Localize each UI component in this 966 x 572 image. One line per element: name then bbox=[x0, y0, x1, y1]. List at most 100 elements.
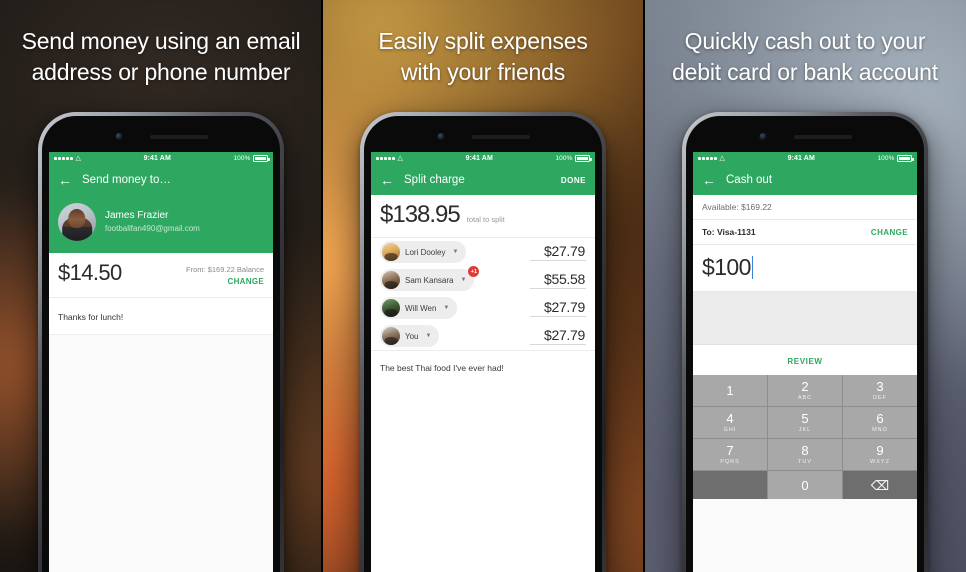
screenshot-stage: Send money using an email address or pho… bbox=[0, 0, 966, 572]
status-bar: △ 9:41 AM 100% bbox=[49, 152, 273, 165]
key-3[interactable]: 3 DEF bbox=[843, 375, 917, 406]
destination-row[interactable]: To: Visa-1131 CHANGE bbox=[693, 220, 917, 245]
key-6[interactable]: 6 MNO bbox=[843, 407, 917, 438]
chevron-down-icon[interactable]: ▼ bbox=[443, 305, 449, 311]
headline-line: debit card or bank account bbox=[672, 59, 938, 85]
key-7[interactable]: 7 PQRS bbox=[693, 439, 767, 470]
avatar bbox=[58, 203, 96, 241]
spacer bbox=[49, 335, 273, 572]
participant-chip[interactable]: Will Wen ▼ bbox=[380, 297, 458, 319]
wifi-icon: △ bbox=[75, 155, 82, 162]
key-number: 4 bbox=[726, 411, 734, 426]
panel-divider bbox=[643, 0, 645, 572]
key-number: 6 bbox=[876, 411, 884, 426]
change-source-button[interactable]: CHANGE bbox=[186, 275, 264, 288]
note-text: Thanks for lunch! bbox=[58, 312, 124, 322]
arrow-left-icon[interactable]: ← bbox=[702, 173, 716, 187]
backspace-icon: ⌫ bbox=[870, 477, 890, 493]
key-number: 9 bbox=[876, 443, 884, 458]
review-button[interactable]: REVIEW bbox=[693, 344, 917, 375]
key-8[interactable]: 8 TUV bbox=[768, 439, 842, 470]
chevron-down-icon[interactable]: ▼ bbox=[426, 333, 432, 339]
app-bar-2: ← Split charge DONE bbox=[371, 165, 595, 195]
arrow-left-icon[interactable]: ← bbox=[58, 173, 72, 187]
speaker-grill bbox=[794, 135, 852, 139]
total-amount[interactable]: $138.95 bbox=[380, 201, 461, 229]
destination-label: To: Visa-1131 bbox=[702, 227, 756, 237]
battery-percent: 100% bbox=[233, 155, 251, 162]
page-title: Send money to… bbox=[82, 174, 171, 186]
battery-percent: 100% bbox=[877, 155, 895, 162]
battery-icon bbox=[897, 155, 914, 162]
key-letters: TUV bbox=[798, 459, 812, 465]
chevron-down-icon[interactable]: ▼ bbox=[452, 249, 458, 255]
signal-strength-icon bbox=[54, 157, 73, 160]
speaker-grill bbox=[150, 135, 208, 139]
participant-name: Will Wen bbox=[405, 303, 437, 313]
available-balance-row: Available: $169.22 bbox=[693, 195, 917, 220]
key-1[interactable]: 1 bbox=[693, 375, 767, 406]
key-5[interactable]: 5 JKL bbox=[768, 407, 842, 438]
camera-icon bbox=[437, 133, 445, 140]
participant-amount[interactable]: $27.79 bbox=[530, 243, 586, 261]
wifi-icon: △ bbox=[397, 155, 404, 162]
change-destination-button[interactable]: CHANGE bbox=[871, 228, 908, 237]
participant-amount[interactable]: $27.79 bbox=[530, 299, 586, 317]
key-9[interactable]: 9 WXYZ bbox=[843, 439, 917, 470]
extra-count-badge: +1 bbox=[468, 266, 480, 277]
participant-name: You bbox=[405, 331, 419, 341]
status-time: 9:41 AM bbox=[465, 155, 493, 162]
key-0[interactable]: 0 bbox=[768, 471, 842, 499]
speaker-grill bbox=[472, 135, 530, 139]
key-number: 8 bbox=[801, 443, 809, 458]
participant-amount[interactable]: $55.58 bbox=[530, 271, 586, 289]
key-backspace[interactable]: ⌫ bbox=[843, 471, 917, 499]
avatar bbox=[382, 299, 400, 317]
key-letters: ABC bbox=[797, 395, 813, 401]
key-letters: PQRS bbox=[720, 459, 740, 465]
memo-area[interactable]: The best Thai food I've ever had! bbox=[371, 350, 595, 383]
recipient-card[interactable]: James Frazier footballfan490@gmail.com bbox=[49, 195, 273, 253]
list-item[interactable]: Lori Dooley ▼ $27.79 bbox=[371, 238, 595, 266]
done-button[interactable]: DONE bbox=[561, 176, 586, 185]
list-item[interactable]: Will Wen ▼ $27.79 bbox=[371, 294, 595, 322]
key-2[interactable]: 2 ABC bbox=[768, 375, 842, 406]
app-bar-3: ← Cash out bbox=[693, 165, 917, 195]
participant-chip[interactable]: You ▼ bbox=[380, 325, 440, 347]
headline-line: Send money using an email bbox=[21, 28, 301, 54]
avatar bbox=[382, 243, 400, 261]
key-4[interactable]: 4 GHI bbox=[693, 407, 767, 438]
review-button-label: REVIEW bbox=[787, 357, 823, 366]
list-item[interactable]: You ▼ $27.79 bbox=[371, 322, 595, 350]
numeric-keypad[interactable]: 1 2 ABC 3 DEF 4 GHI 5 JKL 6 MNO 7 PQRS 8 TUV 9W… bbox=[693, 375, 917, 499]
key-blank bbox=[693, 471, 767, 499]
phone-screen-2: △ 9:41 AM 100% ← Split charge DONE $138.… bbox=[371, 152, 595, 572]
status-bar: △ 9:41 AM 100% bbox=[371, 152, 595, 165]
amount-value[interactable]: $14.50 bbox=[58, 260, 122, 286]
arrow-left-icon[interactable]: ← bbox=[380, 173, 394, 187]
key-number: 7 bbox=[726, 443, 734, 458]
panel-divider bbox=[321, 0, 323, 572]
chevron-down-icon[interactable]: ▼ bbox=[460, 277, 466, 283]
cash-out-amount-input[interactable]: $100 bbox=[693, 245, 917, 292]
headline-line: address or phone number bbox=[31, 59, 291, 85]
funding-source-label: From: $169.22 Balance bbox=[186, 265, 264, 274]
recipient-name: James Frazier bbox=[105, 210, 169, 221]
key-letters: WXYZ bbox=[870, 459, 890, 465]
promo-panel-send-money: Send money using an email address or pho… bbox=[0, 0, 322, 572]
participant-chip[interactable]: Lori Dooley ▼ bbox=[380, 241, 467, 263]
memo-text: The best Thai food I've ever had! bbox=[380, 363, 504, 373]
battery-percent: 100% bbox=[555, 155, 573, 162]
list-item[interactable]: Sam Kansara ▼ +1 $55.58 bbox=[371, 266, 595, 294]
key-number: 1 bbox=[726, 383, 734, 398]
participant-amount[interactable]: $27.79 bbox=[530, 327, 586, 345]
split-participants-list: Lori Dooley ▼ $27.79 Sam Kansara ▼ +1 $5… bbox=[371, 238, 595, 350]
battery-icon bbox=[575, 155, 592, 162]
participant-chip[interactable]: Sam Kansara ▼ +1 bbox=[380, 266, 480, 291]
key-number: 0 bbox=[801, 477, 809, 493]
headline-line: Easily split expenses bbox=[378, 28, 588, 54]
phone-screen-1: △ 9:41 AM 100% ← Send money to… James Fr… bbox=[49, 152, 273, 572]
page-title: Split charge bbox=[404, 174, 465, 186]
status-time: 9:41 AM bbox=[143, 155, 171, 162]
note-area[interactable]: Thanks for lunch! bbox=[49, 298, 273, 335]
